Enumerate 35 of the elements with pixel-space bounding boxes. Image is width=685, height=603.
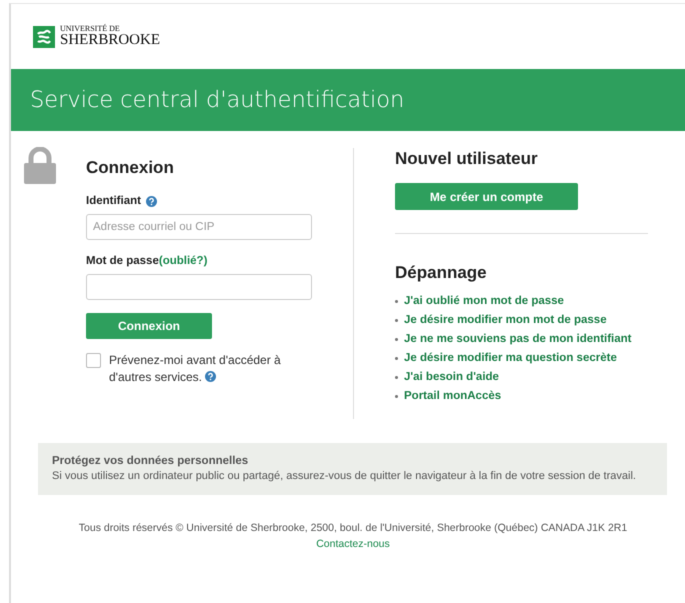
help-icon[interactable] xyxy=(205,371,216,382)
section-title: Connexion xyxy=(86,158,175,178)
checkbox[interactable] xyxy=(86,353,101,368)
checkbox-label: Prévenez-moi avant d'accéder à d'autres services. xyxy=(109,352,282,386)
help-link[interactable]: J'ai besoin d'aide xyxy=(404,371,499,384)
create-account-button[interactable]: Me créer un compte xyxy=(395,183,578,210)
notice-text: Si vous utilisez un ordinateur public ou partagé, assurez-vous de quitter le navigateur à la fin de votre session de travail. xyxy=(52,470,636,482)
help-link[interactable]: Je désire modifier mon mot de passe xyxy=(404,314,607,327)
forgot-link[interactable]: (oublié?) xyxy=(158,255,208,267)
password-field[interactable] xyxy=(86,274,312,300)
logo-text: SHERBROOKE xyxy=(60,33,160,48)
lock-icon xyxy=(24,147,56,184)
logo-icon xyxy=(33,26,55,48)
bullet-icon xyxy=(395,395,398,398)
bullet-icon xyxy=(395,376,398,379)
section-title: Nouvel utilisateur xyxy=(395,149,539,169)
contact-link[interactable]: Contactez-nous xyxy=(316,536,390,552)
help-link[interactable]: J'ai oublié mon mot de passe xyxy=(404,295,564,308)
username-field[interactable]: Adresse courriel ou CIP xyxy=(86,214,312,240)
section-title: Dépannage xyxy=(395,263,488,283)
copyright-text: Tous droits réservés © Université de Sherbrooke, 2500, boul. de l'Université, Sherbrooke (Québec) CANADA J1K 2R1 xyxy=(78,521,628,536)
field-label: Identifiant xyxy=(86,195,141,207)
field-label: Mot de passe xyxy=(86,255,159,267)
bullet-icon xyxy=(395,319,398,322)
page-banner: Service central d'authentification xyxy=(11,69,685,131)
logo-text: UNIVERSITÉ DE xyxy=(60,25,121,33)
bullet-icon xyxy=(395,300,398,303)
help-link[interactable]: Je désire modifier ma question secrète xyxy=(404,352,617,365)
login-button[interactable]: Connexion xyxy=(86,313,212,339)
help-link[interactable]: Portail monAccès xyxy=(404,390,502,403)
bullet-icon xyxy=(395,338,398,341)
help-icon[interactable] xyxy=(146,196,157,206)
notice-title: Protégez vos données personnelles xyxy=(52,454,250,469)
bullet-icon xyxy=(395,357,398,360)
help-link[interactable]: Je ne me souviens pas de mon identifiant xyxy=(404,333,632,346)
